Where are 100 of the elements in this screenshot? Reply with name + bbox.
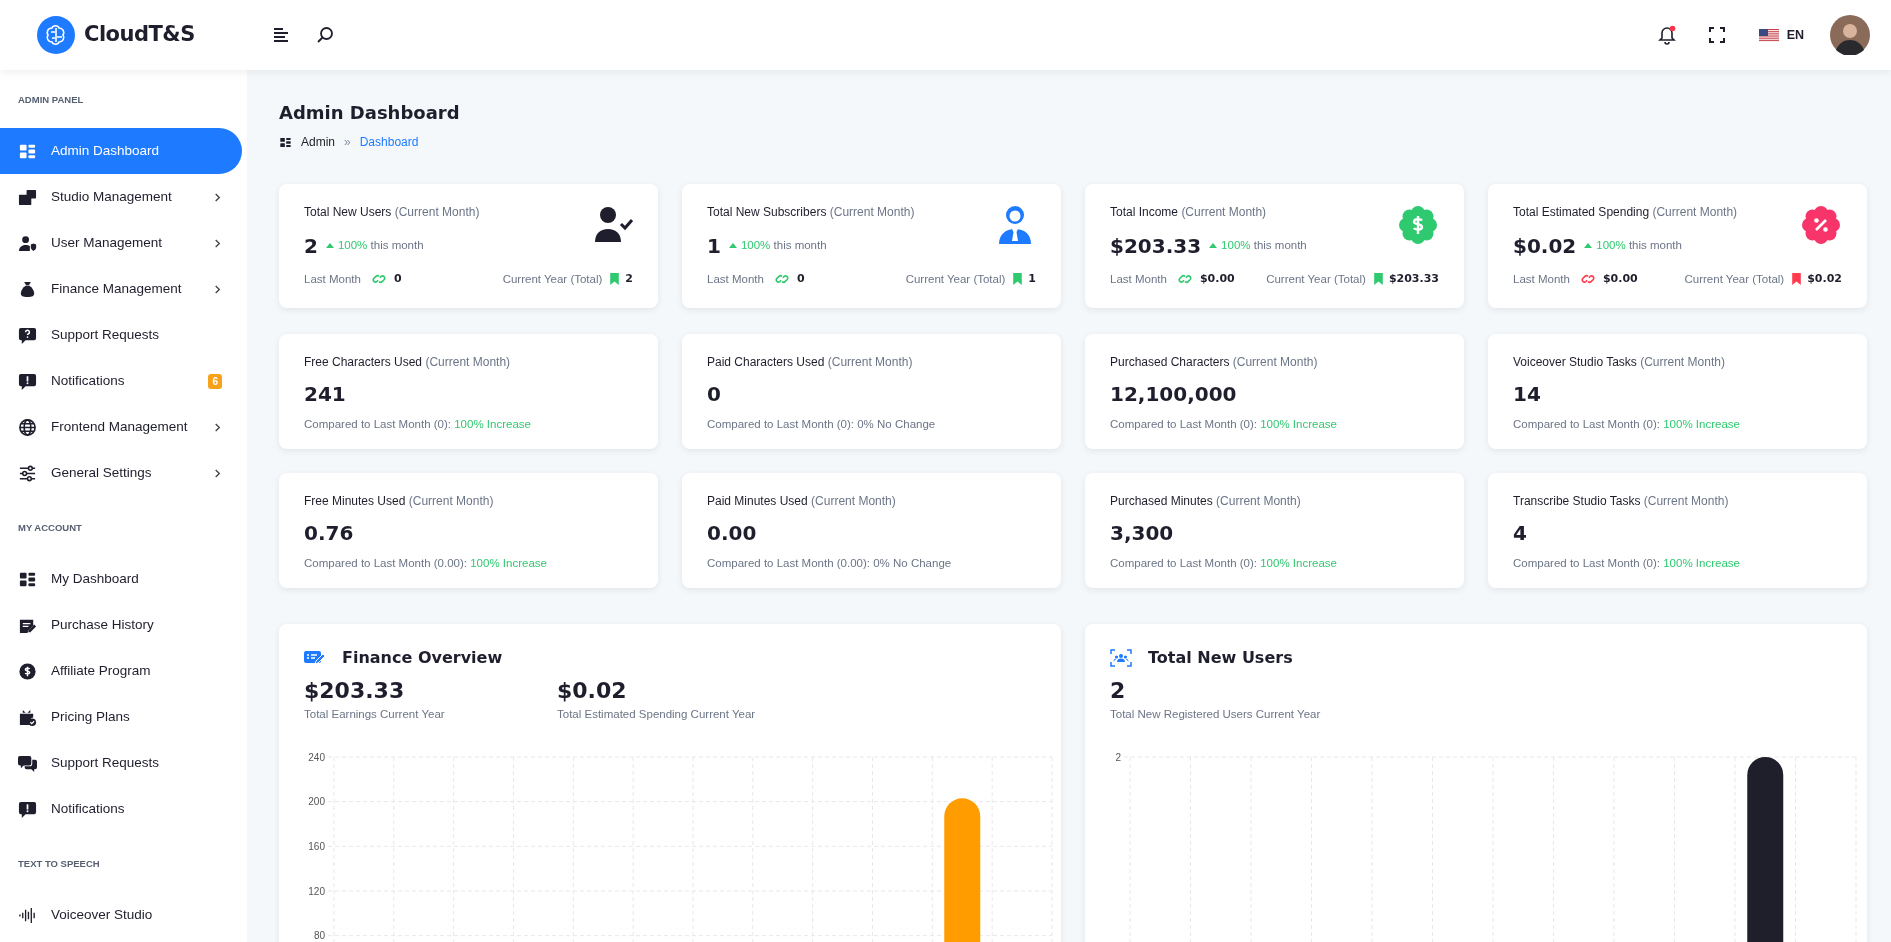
breadcrumb-link[interactable]: Admin: [301, 133, 335, 151]
section-heading: ADMIN PANEL: [17, 93, 85, 107]
stat-value: 0.00: [707, 520, 758, 547]
alert-chat-icon: [18, 799, 37, 819]
footer-value: $203.33: [1388, 271, 1439, 288]
footer-value: 2: [625, 271, 633, 288]
sidebar-item[interactable]: Notifications 6: [0, 358, 242, 404]
footer-value: $0.00: [1602, 271, 1638, 288]
footer-value: $0.02: [1807, 271, 1842, 288]
stat-value: 241: [304, 381, 347, 408]
change-text: 100% this month: [1221, 238, 1307, 254]
y-tick-label: 80: [313, 930, 325, 942]
stat-value: $203.33: [304, 677, 406, 705]
stat-value: $0.02: [1513, 233, 1577, 260]
footer-label: Last Month: [707, 271, 764, 287]
card-title: Total New Subscribers (Current Month): [707, 204, 915, 220]
footer-value: 0: [393, 271, 402, 288]
up-triangle-icon: [325, 243, 334, 249]
y-tick-label: 240: [308, 751, 325, 763]
sidebar-item[interactable]: Purchase History: [0, 602, 242, 648]
sidebar-item[interactable]: My Dashboard: [0, 556, 242, 602]
y-tick-label: 120: [308, 885, 325, 897]
avatar[interactable]: [1830, 15, 1870, 55]
bell-icon[interactable]: [1656, 25, 1677, 45]
sidebar-item[interactable]: Pricing Plans: [0, 694, 242, 740]
menu-icon[interactable]: [271, 25, 291, 45]
stat-value: 14: [1513, 381, 1542, 408]
sidebar-item[interactable]: Support Requests: [0, 312, 242, 358]
alert-chat-icon: [18, 371, 37, 391]
sidebar-item[interactable]: User Management: [0, 220, 242, 266]
fullscreen-icon[interactable]: [1706, 25, 1727, 45]
card-title: Purchased Minutes (Current Month): [1110, 493, 1302, 509]
card-title: Paid Characters Used (Current Month): [707, 354, 914, 370]
card-title: Purchased Characters (Current Month): [1110, 354, 1319, 370]
logo-text: CloudT&S: [84, 21, 195, 49]
sidebar-item[interactable]: Notifications: [0, 786, 242, 832]
footer-label: Current Year (Total): [1684, 271, 1785, 287]
question-chats-icon: [18, 753, 37, 773]
search-icon[interactable]: [315, 25, 335, 45]
footer-label: Current Year (Total): [905, 271, 1006, 287]
sidebar-item[interactable]: Voiceover Studio: [0, 892, 242, 938]
brain-logo-icon: [36, 15, 76, 55]
sidebar-item[interactable]: Frontend Management: [0, 404, 242, 450]
sidebar-item[interactable]: Finance Management: [0, 266, 242, 312]
stat-value: 2: [1110, 677, 1127, 705]
percent-badge-icon: [1800, 204, 1842, 246]
footer-value: 0: [796, 271, 805, 288]
stat-value: 2: [304, 233, 318, 260]
comparison-text: Compared to Last Month (0.00): 100% Increase: [304, 556, 548, 571]
footer-label: Last Month: [1110, 271, 1167, 287]
user-shield-icon: [18, 233, 37, 253]
sidebar-item[interactable]: General Settings: [0, 450, 242, 496]
change-text: 100% this month: [1596, 238, 1682, 254]
page-title: Admin Dashboard: [279, 101, 461, 125]
sidebar-item[interactable]: Studio Management: [0, 174, 242, 220]
footer-label: Last Month: [1513, 271, 1570, 287]
footer-label: Current Year (Total): [1266, 271, 1366, 287]
card-title: Free Minutes Used (Current Month): [304, 493, 495, 509]
sidebar-item[interactable]: Affiliate Program: [0, 648, 242, 694]
card-title: Transcribe Studio Tasks (Current Month): [1513, 493, 1730, 509]
studio-icon: [18, 187, 37, 207]
stat-value: 1: [707, 233, 721, 260]
up-triangle-icon: [1584, 243, 1593, 249]
section-heading: MY ACCOUNT: [17, 521, 83, 535]
card-title: Voiceover Studio Tasks (Current Month): [1513, 354, 1726, 370]
dollar-badge-icon: [1397, 204, 1439, 246]
comparison-text: Compared to Last Month (0.00): 0% No Change: [707, 556, 953, 571]
card-title: Total New Users (Current Month): [304, 204, 480, 220]
language-selector[interactable]: EN: [1758, 25, 1804, 45]
y-tick-label: 2: [1115, 751, 1121, 763]
sidebar-item[interactable]: Admin Dashboard: [0, 128, 242, 174]
comparison-text: Compared to Last Month (0): 100% Increase: [1110, 556, 1338, 571]
comparison-text: Compared to Last Month (0): 100% Increase: [1513, 556, 1741, 571]
footer-label: Current Year (Total): [502, 271, 603, 287]
change-text: 100% this month: [740, 238, 827, 254]
comparison-text: Compared to Last Month (0): 0% No Change: [707, 417, 937, 432]
breadcrumb-link[interactable]: Dashboard: [359, 133, 419, 151]
y-tick-label: 160: [308, 841, 325, 853]
globe-icon: [18, 417, 37, 437]
stat-label: Total Earnings Current Year: [304, 707, 446, 722]
bill-icon: [304, 649, 326, 667]
footer-label: Last Month: [304, 271, 361, 287]
change-text: 100% this month: [337, 238, 424, 254]
section-heading: TEXT TO SPEECH: [17, 857, 101, 871]
stat-value: 4: [1513, 520, 1528, 547]
stat-value: 12,100,000: [1110, 381, 1238, 408]
dollar-badge-icon: [18, 661, 37, 681]
card-title: Finance Overview: [342, 647, 503, 669]
card-title: Total Income (Current Month): [1110, 204, 1268, 220]
stat-label: Total Estimated Spending Current Year: [557, 707, 757, 722]
stat-value: $0.02: [557, 677, 628, 705]
dashboard-icon: [279, 135, 292, 149]
sidebar-item[interactable]: Support Requests: [0, 740, 242, 786]
card-title: Paid Minutes Used (Current Month): [707, 493, 897, 509]
question-chat-icon: [18, 325, 37, 345]
stat-value: 0.76: [304, 520, 355, 547]
breadcrumb-separator: »: [344, 134, 351, 151]
comparison-text: Compared to Last Month (0): 100% Increase: [1513, 417, 1741, 432]
flag-icon: [1758, 28, 1779, 42]
stat-label: Total New Registered Users Current Year: [1110, 707, 1322, 722]
